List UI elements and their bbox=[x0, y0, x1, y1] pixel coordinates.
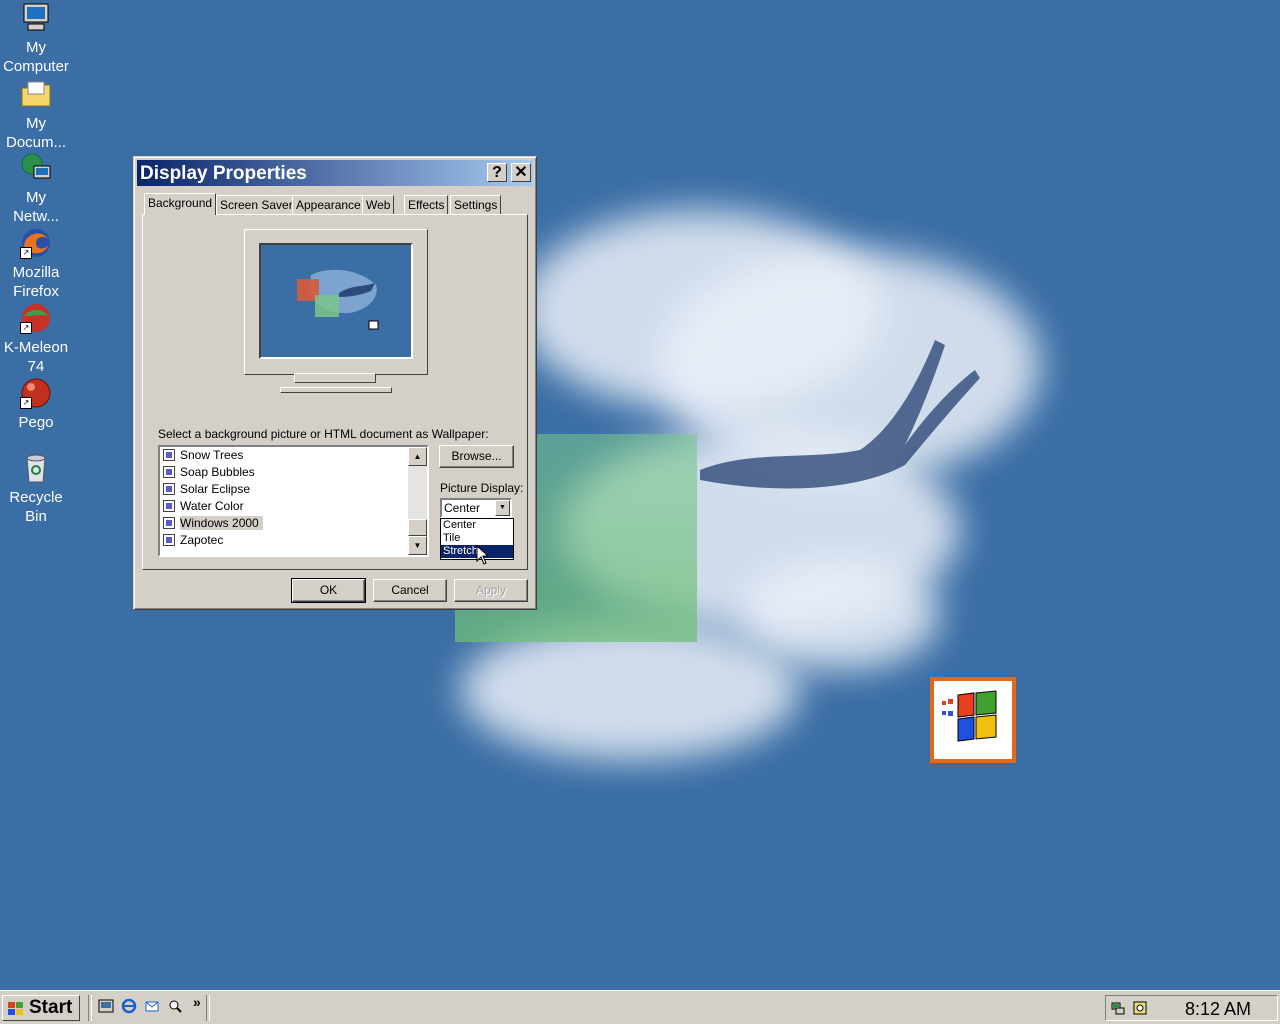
chevron-down-icon[interactable]: ▼ bbox=[495, 500, 510, 516]
desktop-icon-pego[interactable]: ↗ Pego bbox=[0, 377, 72, 432]
show-desktop-icon[interactable] bbox=[98, 998, 114, 1014]
mouse-cursor-icon bbox=[476, 545, 488, 565]
icon-label: My bbox=[26, 115, 46, 132]
picture-file-icon bbox=[163, 517, 175, 529]
picture-display-select[interactable]: Center ▼ bbox=[440, 498, 512, 518]
shortcut-arrow-icon: ↗ bbox=[20, 247, 32, 259]
tab-effects[interactable]: Effects bbox=[404, 195, 449, 214]
browse-button[interactable]: Browse... bbox=[439, 445, 514, 468]
icon-label: 74 bbox=[27, 358, 45, 375]
windows-logo-icon[interactable] bbox=[930, 677, 1016, 763]
monitor-base bbox=[280, 387, 392, 393]
monitor-stand bbox=[294, 373, 376, 383]
taskbar-divider bbox=[206, 995, 210, 1021]
icon-label: Docum... bbox=[5, 134, 66, 151]
display-properties-dialog: Display Properties ? ✕ Background Screen… bbox=[133, 156, 537, 610]
list-item-selected[interactable]: Windows 2000 bbox=[160, 515, 427, 532]
desktop-icon-firefox[interactable]: ↗ Mozilla Firefox bbox=[0, 227, 72, 301]
preview-screen bbox=[259, 243, 413, 359]
wallpaper-prompt: Select a background picture or HTML docu… bbox=[158, 427, 489, 441]
cancel-button[interactable]: Cancel bbox=[373, 579, 447, 602]
scroll-thumb[interactable] bbox=[408, 519, 427, 536]
taskbar: Start » 8:12 AM bbox=[0, 990, 1280, 1024]
system-tray: 8:12 AM bbox=[1105, 995, 1278, 1021]
scheduler-tray-icon[interactable] bbox=[1132, 1000, 1148, 1016]
ok-button[interactable]: OK bbox=[291, 578, 366, 603]
icon-label: Pego bbox=[18, 414, 54, 431]
list-item-label: Water Color bbox=[180, 499, 244, 513]
scroll-down-icon[interactable]: ▼ bbox=[408, 536, 427, 555]
quick-launch-more-icon[interactable]: » bbox=[193, 994, 201, 1010]
wallpaper-flying-figure bbox=[700, 340, 980, 489]
list-item-label: Solar Eclipse bbox=[180, 482, 251, 496]
picture-file-icon bbox=[163, 449, 175, 461]
folder-icon bbox=[20, 78, 52, 110]
apply-button: Apply bbox=[454, 579, 528, 602]
picture-display-value: Center bbox=[444, 501, 481, 515]
icon-label: Bin bbox=[25, 508, 47, 525]
start-button[interactable]: Start bbox=[2, 995, 80, 1021]
icon-label: K-Meleon bbox=[3, 339, 69, 356]
list-scrollbar[interactable]: ▲ ▼ bbox=[408, 447, 427, 555]
picture-file-icon bbox=[163, 500, 175, 512]
close-button[interactable]: ✕ bbox=[511, 163, 531, 182]
tab-settings[interactable]: Settings bbox=[450, 195, 502, 214]
tab-appearance[interactable]: Appearance bbox=[292, 195, 365, 214]
title-bar[interactable]: Display Properties ? ✕ bbox=[137, 160, 533, 186]
desktop-icon-my-network[interactable]: My Netw... bbox=[0, 152, 72, 226]
clock[interactable]: 8:12 AM bbox=[1185, 999, 1251, 1020]
icon-label: Firefox bbox=[13, 283, 59, 300]
cloud bbox=[740, 560, 940, 670]
icon-label: Netw... bbox=[13, 208, 59, 225]
shortcut-arrow-icon: ↗ bbox=[20, 397, 32, 409]
list-item-label: Snow Trees bbox=[180, 448, 244, 462]
icon-label: My bbox=[26, 189, 46, 206]
list-item-label: Windows 2000 bbox=[180, 516, 263, 530]
icon-label: My bbox=[26, 39, 46, 56]
list-item[interactable]: Zapotec bbox=[160, 532, 427, 549]
outlook-express-icon[interactable] bbox=[144, 998, 160, 1014]
desktop-icon-my-computer[interactable]: My Computer bbox=[0, 2, 72, 76]
desktop-icon-k-meleon[interactable]: ↗ K-Meleon 74 bbox=[0, 302, 72, 376]
firefox-icon: ↗ bbox=[20, 227, 52, 259]
shortcut-arrow-icon: ↗ bbox=[20, 322, 32, 334]
tab-web[interactable]: Web bbox=[362, 195, 395, 214]
list-item[interactable]: Snow Trees bbox=[160, 447, 427, 464]
wallpaper-list[interactable]: Snow Trees Soap Bubbles Solar Eclipse Wa… bbox=[158, 445, 429, 557]
k-meleon-icon: ↗ bbox=[20, 302, 52, 334]
recycle-bin-icon bbox=[20, 452, 52, 484]
pego-icon: ↗ bbox=[20, 377, 52, 409]
list-item-label: Zapotec bbox=[180, 533, 224, 547]
list-item-label: Soap Bubbles bbox=[180, 465, 255, 479]
internet-explorer-icon[interactable] bbox=[121, 998, 137, 1014]
network-tray-icon[interactable] bbox=[1110, 1000, 1126, 1016]
icon-label: Mozilla bbox=[12, 264, 60, 281]
icon-label: Computer bbox=[3, 58, 69, 75]
start-label: Start bbox=[29, 997, 73, 1018]
option-tile[interactable]: Tile bbox=[441, 532, 513, 545]
picture-file-icon bbox=[163, 534, 175, 546]
picture-file-icon bbox=[163, 483, 175, 495]
tab-background[interactable]: Background bbox=[144, 193, 217, 215]
monitor-preview bbox=[244, 229, 428, 375]
desktop-icon-recycle-bin[interactable]: Recycle Bin bbox=[0, 452, 72, 526]
network-icon bbox=[20, 152, 52, 184]
picture-file-icon bbox=[163, 466, 175, 478]
list-item[interactable]: Soap Bubbles bbox=[160, 464, 427, 481]
option-center[interactable]: Center bbox=[441, 519, 513, 532]
picture-display-label: Picture Display: bbox=[440, 481, 524, 495]
tab-screen-saver[interactable]: Screen Saver bbox=[216, 195, 297, 214]
scroll-up-icon[interactable]: ▲ bbox=[408, 447, 427, 466]
icon-label: Recycle bbox=[9, 489, 63, 506]
list-item[interactable]: Solar Eclipse bbox=[160, 481, 427, 498]
windows-flag-icon bbox=[8, 1002, 23, 1015]
desktop-icon-my-documents[interactable]: My Docum... bbox=[0, 78, 72, 152]
dialog-title: Display Properties bbox=[140, 163, 307, 184]
search-icon[interactable] bbox=[167, 998, 183, 1014]
help-button[interactable]: ? bbox=[487, 163, 507, 182]
taskbar-divider bbox=[88, 995, 92, 1021]
computer-icon bbox=[20, 2, 52, 34]
list-item[interactable]: Water Color bbox=[160, 498, 427, 515]
